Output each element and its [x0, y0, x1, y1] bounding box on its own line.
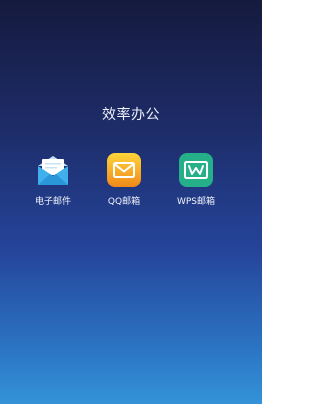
qq-mail-icon — [107, 153, 141, 187]
app-label-email: 电子邮件 — [34, 197, 71, 207]
email-envelope-icon — [38, 156, 68, 185]
home-screen-folder: 效率办公 电子邮件 QQ邮箱 WPS邮箱 — [0, 0, 262, 404]
wps-mail-icon — [179, 153, 213, 187]
app-wps-mail[interactable]: WPS邮箱 — [158, 152, 234, 207]
app-label-wps-mail: WPS邮箱 — [176, 197, 216, 207]
app-qq-mail[interactable]: QQ邮箱 — [86, 152, 162, 207]
app-label-qq-mail: QQ邮箱 — [107, 197, 141, 207]
app-email[interactable]: 电子邮件 — [15, 152, 91, 207]
folder-title: 效率办公 — [102, 107, 160, 123]
